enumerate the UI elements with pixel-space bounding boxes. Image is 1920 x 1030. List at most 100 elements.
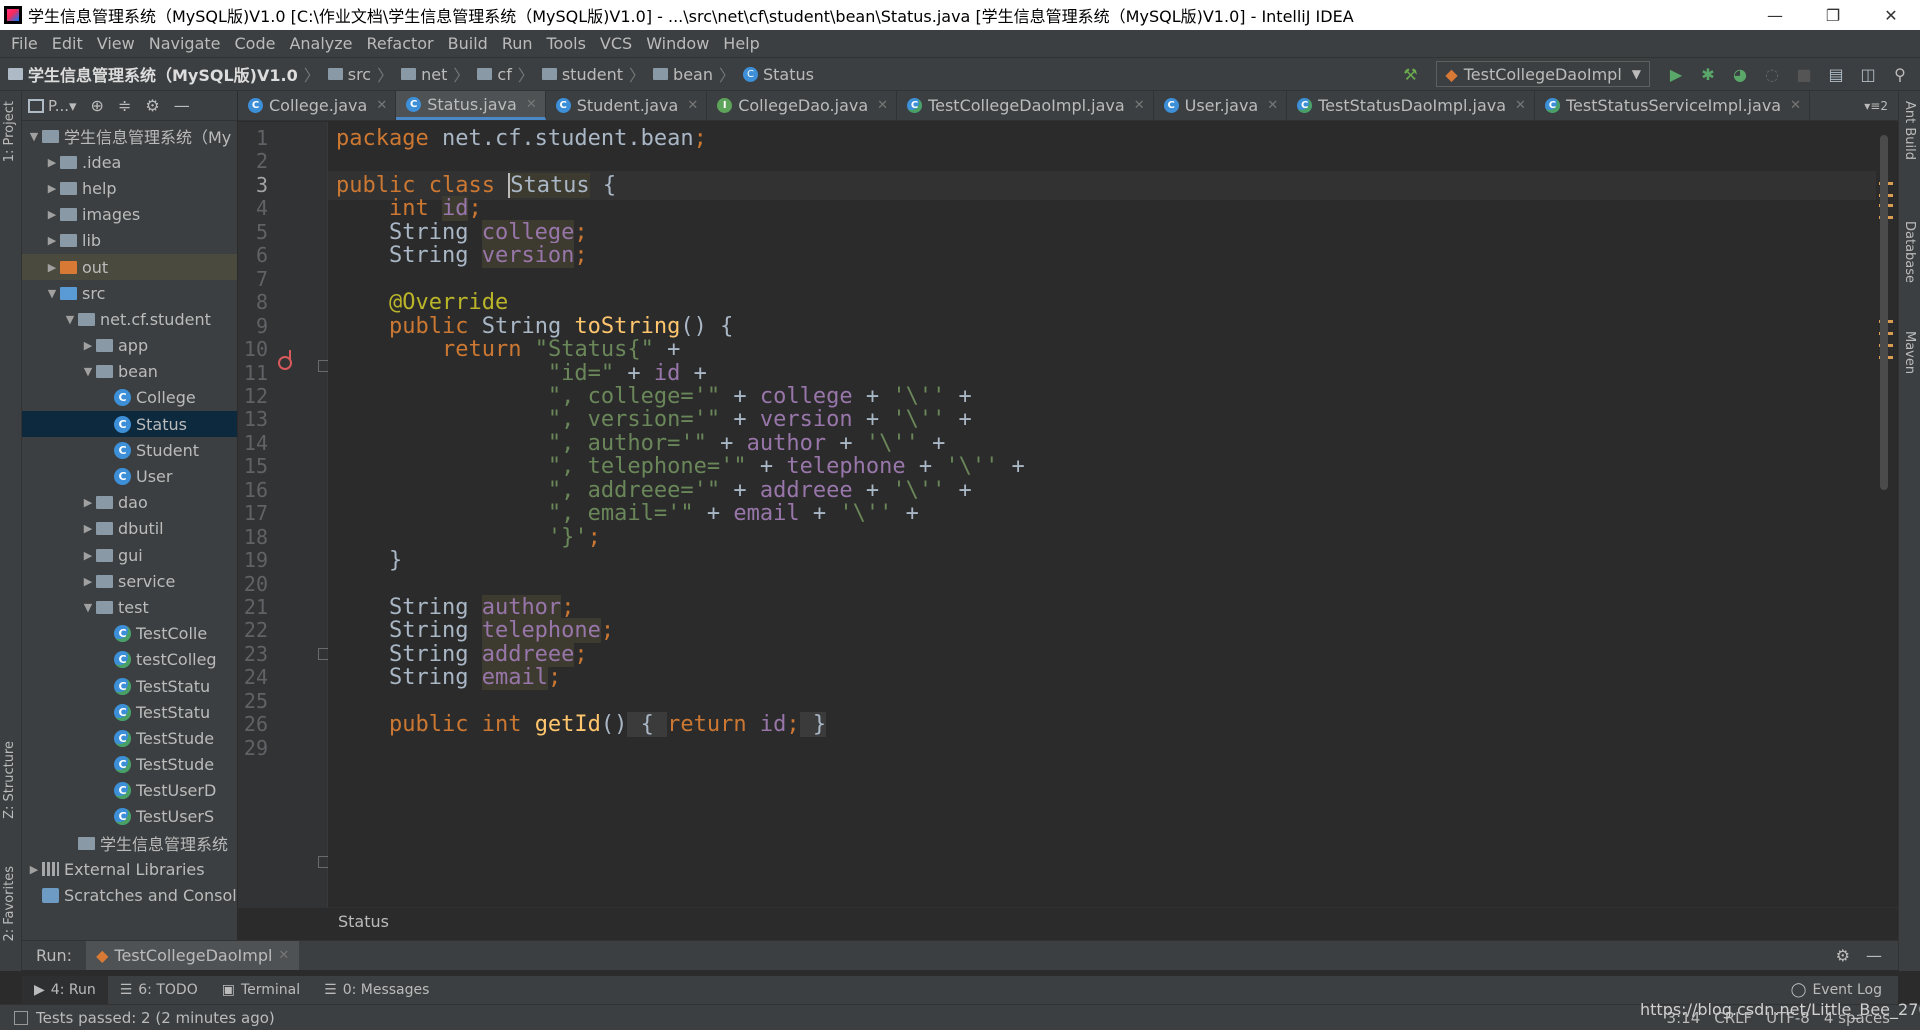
tree-node[interactable]: ▶ app: [22, 333, 237, 359]
expand-right-icon[interactable]: ▶: [80, 496, 96, 509]
hide-icon[interactable]: —: [1866, 946, 1882, 965]
tree-node[interactable]: ▼ bean: [22, 359, 237, 385]
expand-right-icon[interactable]: ▶: [44, 156, 60, 169]
expand-down-icon[interactable]: ▼: [26, 130, 42, 143]
restore-button[interactable]: ❐: [1804, 0, 1862, 30]
menu-item-tools[interactable]: Tools: [540, 34, 593, 53]
tree-node[interactable]: ▶ help: [22, 175, 237, 201]
menu-item-edit[interactable]: Edit: [45, 34, 90, 53]
tree-node[interactable]: CtestColleg: [22, 647, 237, 673]
tool-tab[interactable]: ☰ 0: Messages: [312, 976, 441, 1004]
tree-node[interactable]: C TestUserD: [22, 778, 237, 804]
tree-node[interactable]: Scratches and Console: [22, 882, 237, 908]
tree-node[interactable]: ▶ External Libraries: [22, 856, 237, 882]
close-icon[interactable]: ✕: [1515, 98, 1526, 113]
menu-item-build[interactable]: Build: [441, 34, 495, 53]
search-everywhere-icon[interactable]: ⚲: [1888, 62, 1912, 86]
close-button[interactable]: ✕: [1862, 0, 1920, 30]
debug-icon[interactable]: ✱: [1696, 62, 1720, 86]
close-icon[interactable]: ✕: [877, 98, 888, 113]
menu-item-run[interactable]: Run: [495, 34, 540, 53]
tool-windows-icon[interactable]: [14, 1010, 28, 1025]
tree-node[interactable]: ▶ .idea: [22, 149, 237, 175]
tree-node[interactable]: ▶ service: [22, 568, 237, 594]
gear-icon[interactable]: ⚙: [1836, 946, 1850, 965]
tab-overflow-button[interactable]: ▾≡2: [1854, 91, 1898, 120]
expand-right-icon[interactable]: ▶: [80, 522, 96, 535]
expand-right-icon[interactable]: ▶: [80, 575, 96, 588]
run-configuration-select[interactable]: ◆ TestCollegeDaoImpl ▼: [1436, 61, 1650, 87]
locate-icon[interactable]: ⊕: [91, 96, 104, 115]
tree-node[interactable]: C TestUserS: [22, 804, 237, 830]
expand-right-icon[interactable]: ▶: [44, 261, 60, 274]
close-icon[interactable]: ✕: [278, 948, 289, 963]
editor-scrollbar[interactable]: [1880, 135, 1888, 490]
editor-tab[interactable]: C TestStatusServiceImpl.java ✕: [1535, 91, 1810, 120]
breadcrumb-item[interactable]: student 〉: [534, 62, 645, 86]
close-icon[interactable]: ✕: [376, 98, 387, 113]
breadcrumb-item[interactable]: src 〉: [320, 62, 393, 86]
tool-tab[interactable]: ▶ 4: Run: [22, 976, 108, 1004]
run-tab[interactable]: ◆ TestCollegeDaoImpl ✕: [86, 941, 300, 970]
editor-tab[interactable]: I CollegeDao.java ✕: [707, 91, 898, 120]
expand-right-icon[interactable]: ▶: [26, 863, 42, 876]
menu-item-file[interactable]: File: [4, 34, 45, 53]
editor-tab[interactable]: C Status.java ✕: [396, 91, 546, 120]
run-icon[interactable]: ▶: [1664, 62, 1688, 86]
expand-down-icon[interactable]: ▼: [80, 601, 96, 614]
expand-down-icon[interactable]: ▼: [62, 313, 78, 326]
expand-right-icon[interactable]: ▶: [44, 182, 60, 195]
expand-right-icon[interactable]: ▶: [44, 208, 60, 221]
expand-right-icon[interactable]: ▶: [80, 549, 96, 562]
collapse-all-icon[interactable]: ≑: [118, 96, 131, 115]
breadcrumb-item[interactable]: net 〉: [393, 62, 469, 86]
layout-icon[interactable]: ◫: [1856, 62, 1880, 86]
expand-right-icon[interactable]: ▶: [44, 234, 60, 247]
tree-node[interactable]: ▼ 学生信息管理系统（My: [22, 123, 237, 149]
tree-node[interactable]: C Status: [22, 411, 237, 438]
close-icon[interactable]: ✕: [1790, 98, 1801, 113]
breadcrumb-item[interactable]: 学生信息管理系统（MySQL版)V1.0 〉: [0, 62, 320, 86]
close-icon[interactable]: ✕: [1267, 98, 1278, 113]
tree-node[interactable]: ▼ net.cf.student: [22, 306, 237, 332]
tree-node[interactable]: ▼ test: [22, 594, 237, 620]
gear-icon[interactable]: ⚙: [145, 96, 159, 115]
minimize-button[interactable]: —: [1746, 0, 1804, 30]
project-tool-button[interactable]: 1: Project: [2, 101, 17, 162]
tree-node[interactable]: C Student: [22, 437, 237, 463]
project-structure-icon[interactable]: ▤: [1824, 62, 1848, 86]
editor-tab[interactable]: C User.java ✕: [1154, 91, 1288, 120]
structure-tool-button[interactable]: Z: Structure: [2, 741, 17, 819]
tree-node[interactable]: C TestStatu: [22, 699, 237, 725]
menu-item-vcs[interactable]: VCS: [593, 34, 639, 53]
hide-icon[interactable]: —: [174, 96, 190, 115]
close-icon[interactable]: ✕: [687, 98, 698, 113]
tree-node[interactable]: ▶ out: [22, 253, 237, 281]
tree-node[interactable]: ▶ images: [22, 202, 237, 228]
tree-node[interactable]: ▶ dbutil: [22, 516, 237, 542]
expand-right-icon[interactable]: ▶: [80, 339, 96, 352]
menu-item-view[interactable]: View: [90, 34, 142, 53]
profile-icon[interactable]: ◌: [1760, 62, 1784, 86]
tool-tab[interactable]: ▣ Terminal: [210, 976, 312, 1004]
menu-item-navigate[interactable]: Navigate: [142, 34, 228, 53]
tree-node[interactable]: ▼ src: [22, 280, 237, 306]
editor-tab[interactable]: C TestStatusDaoImpl.java ✕: [1287, 91, 1535, 120]
menu-item-window[interactable]: Window: [639, 34, 716, 53]
tool-tab[interactable]: ☰ 6: TODO: [108, 976, 210, 1004]
ant-build-tool-button[interactable]: Ant Build: [1902, 101, 1917, 160]
tree-node[interactable]: C TestStude: [22, 725, 237, 751]
tree-node[interactable]: 学生信息管理系统（I: [22, 830, 237, 856]
database-tool-button[interactable]: Database: [1902, 221, 1917, 283]
menu-item-code[interactable]: Code: [228, 34, 283, 53]
code-editor[interactable]: package net.cf.student.bean; public class…: [328, 122, 1876, 907]
expand-down-icon[interactable]: ▼: [80, 365, 96, 378]
tree-node[interactable]: C TestStude: [22, 752, 237, 778]
expand-down-icon[interactable]: ▼: [44, 287, 60, 300]
editor-tab[interactable]: C College.java ✕: [238, 91, 397, 120]
close-icon[interactable]: ✕: [526, 97, 537, 112]
coverage-icon[interactable]: ◕: [1728, 62, 1752, 86]
menu-item-help[interactable]: Help: [716, 34, 766, 53]
favorites-tool-button[interactable]: 2: Favorites: [2, 866, 17, 942]
build-hammer-icon[interactable]: ⚒: [1398, 62, 1422, 86]
